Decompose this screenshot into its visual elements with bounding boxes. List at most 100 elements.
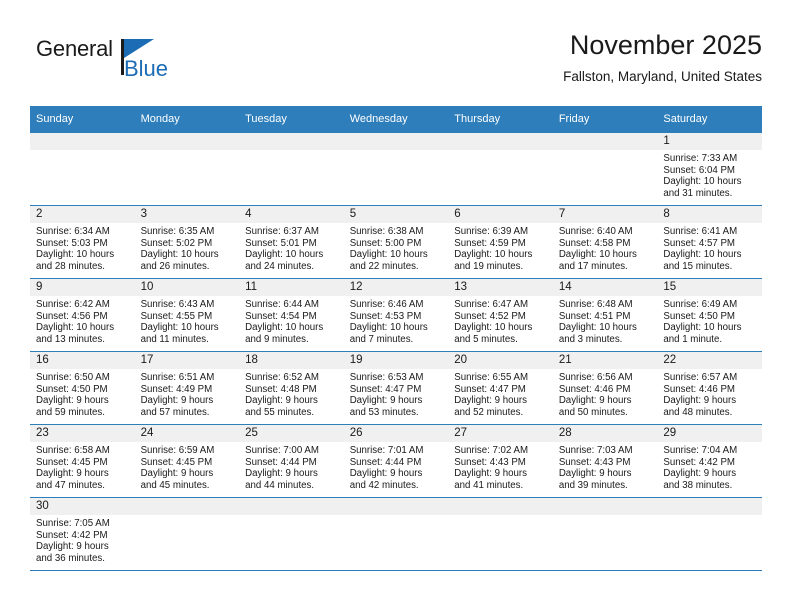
- calendar-day-cell[interactable]: 27 Sunrise: 7:02 AM Sunset: 4:43 PM Dayligh…: [448, 424, 553, 498]
- sunset-time: Sunset: 4:47 PM: [454, 383, 526, 395]
- sunrise-time: Sunrise: 6:50 AM: [36, 372, 110, 383]
- day-number: 28: [552, 425, 658, 442]
- calendar-empty-cell: [343, 497, 449, 571]
- sunset-time: Sunset: 4:45 PM: [36, 456, 108, 468]
- day-number: [448, 133, 553, 150]
- calendar-day-cell[interactable]: 19 Sunrise: 6:53 AM Sunset: 4:47 PM Dayligh…: [343, 351, 449, 425]
- sunset-time: Sunset: 4:56 PM: [36, 310, 108, 322]
- daylight-duration-line1: Daylight: 9 hours: [36, 541, 109, 553]
- weekday-header-saturday: Saturday: [657, 106, 762, 133]
- day-cell-inner: [30, 133, 135, 205]
- daylight-duration-line1: Daylight: 9 hours: [558, 468, 632, 480]
- calendar-day-cell[interactable]: 22 Sunrise: 6:57 AM Sunset: 4:46 PM Dayligh…: [657, 351, 762, 425]
- calendar-day-cell[interactable]: 24 Sunrise: 6:59 AM Sunset: 4:45 PM Dayligh…: [134, 424, 240, 498]
- day-details: Sunrise: 6:46 AM Sunset: 4:53 PM Daylight:…: [344, 296, 449, 345]
- daylight-duration-line1: Daylight: 10 hours: [663, 322, 742, 334]
- daylight-duration-line1: Daylight: 9 hours: [140, 395, 214, 407]
- sunrise-time: Sunrise: 6:39 AM: [454, 226, 529, 237]
- calendar-day-cell[interactable]: 8 Sunrise: 6:41 AM Sunset: 4:57 PM Daylight…: [657, 205, 762, 279]
- day-cell-inner: 4 Sunrise: 6:37 AM Sunset: 5:01 PM Daylight…: [239, 206, 344, 278]
- calendar-day-cell[interactable]: 15 Sunrise: 6:49 AM Sunset: 4:50 PM Dayligh…: [657, 278, 762, 352]
- day-details: Sunrise: 6:47 AM Sunset: 4:52 PM Daylight:…: [448, 296, 553, 345]
- day-number: 17: [134, 352, 240, 369]
- daylight-duration-line2: and 36 minutes.: [36, 552, 105, 564]
- calendar-day-cell[interactable]: 12 Sunrise: 6:46 AM Sunset: 4:53 PM Dayligh…: [343, 278, 449, 352]
- day-cell-inner: 11 Sunrise: 6:44 AM Sunset: 4:54 PM Dayligh…: [239, 279, 344, 351]
- day-cell-inner: [343, 498, 449, 570]
- day-cell-inner: [448, 133, 553, 205]
- calendar-day-cell[interactable]: 18 Sunrise: 6:52 AM Sunset: 4:48 PM Dayligh…: [239, 351, 344, 425]
- calendar-day-cell[interactable]: 23 Sunrise: 6:58 AM Sunset: 4:45 PM Dayligh…: [30, 424, 135, 498]
- day-cell-inner: 21 Sunrise: 6:56 AM Sunset: 4:46 PM Dayligh…: [552, 352, 658, 424]
- page-header: General Blue November 2025 Fallston, Mar…: [30, 28, 762, 100]
- sunrise-time: Sunrise: 6:48 AM: [558, 299, 633, 310]
- day-number: [448, 498, 553, 515]
- calendar-empty-cell: [552, 133, 658, 206]
- calendar-day-cell[interactable]: 28 Sunrise: 7:03 AM Sunset: 4:43 PM Dayligh…: [552, 424, 658, 498]
- calendar-day-cell[interactable]: 30 Sunrise: 7:05 AM Sunset: 4:42 PM Dayligh…: [30, 497, 135, 571]
- calendar-day-cell[interactable]: 29 Sunrise: 7:04 AM Sunset: 4:42 PM Dayligh…: [657, 424, 762, 498]
- calendar-day-cell[interactable]: 13 Sunrise: 6:47 AM Sunset: 4:52 PM Dayligh…: [448, 278, 553, 352]
- calendar-day-cell[interactable]: 9 Sunrise: 6:42 AM Sunset: 4:56 PM Daylight…: [30, 278, 135, 352]
- calendar-day-cell[interactable]: 3 Sunrise: 6:35 AM Sunset: 5:02 PM Daylight…: [134, 205, 240, 279]
- day-details: Sunrise: 6:57 AM Sunset: 4:46 PM Daylight:…: [657, 369, 762, 418]
- calendar-day-cell[interactable]: 7 Sunrise: 6:40 AM Sunset: 4:58 PM Daylight…: [552, 205, 658, 279]
- daylight-duration-line2: and 48 minutes.: [663, 406, 733, 418]
- title-block: November 2025 Fallston, Maryland, United…: [563, 28, 762, 88]
- day-number: [239, 133, 344, 150]
- calendar-day-cell[interactable]: 2 Sunrise: 6:34 AM Sunset: 5:03 PM Daylight…: [30, 205, 135, 279]
- day-details: Sunrise: 6:42 AM Sunset: 4:56 PM Daylight:…: [30, 296, 135, 345]
- calendar-day-cell[interactable]: 6 Sunrise: 6:39 AM Sunset: 4:59 PM Daylight…: [448, 205, 553, 279]
- day-number: 10: [134, 279, 240, 296]
- day-number: 20: [448, 352, 553, 369]
- sunrise-sunset-calendar: Sunday Monday Tuesday Wednesday Thursday Frid…: [30, 106, 762, 571]
- calendar-day-cell[interactable]: 20 Sunrise: 6:55 AM Sunset: 4:47 PM Dayligh…: [448, 351, 553, 425]
- calendar-week-row: 1 Sunrise: 7:33 AM Sunset: 6:04 PM Daylight…: [30, 133, 762, 206]
- general-blue-logo[interactable]: General Blue: [36, 36, 186, 90]
- calendar-day-cell[interactable]: 11 Sunrise: 6:44 AM Sunset: 4:54 PM Dayligh…: [239, 278, 344, 352]
- calendar-empty-cell: [239, 133, 344, 206]
- calendar-day-cell[interactable]: 14 Sunrise: 6:48 AM Sunset: 4:51 PM Dayligh…: [552, 278, 658, 352]
- calendar-day-cell[interactable]: 5 Sunrise: 6:38 AM Sunset: 5:00 PM Daylight…: [343, 205, 449, 279]
- day-number: 5: [343, 206, 449, 223]
- calendar-body: 1 Sunrise: 7:33 AM Sunset: 6:04 PM Daylight…: [30, 133, 762, 571]
- sunset-time: Sunset: 4:58 PM: [558, 237, 631, 249]
- calendar-day-cell[interactable]: 1 Sunrise: 7:33 AM Sunset: 6:04 PM Daylight…: [657, 133, 762, 206]
- calendar-header-row: Sunday Monday Tuesday Wednesday Thursday Frid…: [30, 106, 762, 133]
- calendar-day-cell[interactable]: 10 Sunrise: 6:43 AM Sunset: 4:55 PM Dayligh…: [134, 278, 240, 352]
- day-details: Sunrise: 7:02 AM Sunset: 4:43 PM Daylight:…: [448, 442, 553, 491]
- calendar-empty-cell: [134, 497, 240, 571]
- day-details: Sunrise: 6:35 AM Sunset: 5:02 PM Daylight:…: [135, 223, 240, 272]
- day-number: 18: [239, 352, 344, 369]
- day-cell-inner: [134, 133, 240, 205]
- day-cell-inner: [239, 498, 344, 570]
- sunset-time: Sunset: 4:57 PM: [663, 237, 735, 249]
- day-details: Sunrise: 6:53 AM Sunset: 4:47 PM Daylight:…: [344, 369, 449, 418]
- sunset-time: Sunset: 5:01 PM: [245, 237, 317, 249]
- day-cell-inner: 3 Sunrise: 6:35 AM Sunset: 5:02 PM Daylight…: [134, 206, 240, 278]
- weekday-header-friday: Friday: [552, 106, 658, 133]
- calendar-day-cell[interactable]: 16 Sunrise: 6:50 AM Sunset: 4:50 PM Dayligh…: [30, 351, 135, 425]
- calendar-day-cell[interactable]: 25 Sunrise: 7:00 AM Sunset: 4:44 PM Dayligh…: [239, 424, 344, 498]
- calendar-day-cell[interactable]: 17 Sunrise: 6:51 AM Sunset: 4:49 PM Dayligh…: [134, 351, 240, 425]
- day-number: [343, 133, 449, 150]
- day-cell-inner: 17 Sunrise: 6:51 AM Sunset: 4:49 PM Dayligh…: [134, 352, 240, 424]
- day-cell-inner: 16 Sunrise: 6:50 AM Sunset: 4:50 PM Dayligh…: [30, 352, 135, 424]
- day-cell-inner: 14 Sunrise: 6:48 AM Sunset: 4:51 PM Dayligh…: [552, 279, 658, 351]
- day-number: 19: [343, 352, 449, 369]
- day-cell-inner: 9 Sunrise: 6:42 AM Sunset: 4:56 PM Daylight…: [30, 279, 135, 351]
- calendar-day-cell[interactable]: 26 Sunrise: 7:01 AM Sunset: 4:44 PM Dayligh…: [343, 424, 449, 498]
- day-number: 7: [552, 206, 658, 223]
- daylight-duration-line2: and 31 minutes.: [663, 187, 733, 199]
- day-cell-inner: [552, 133, 658, 205]
- day-number: [552, 498, 658, 515]
- calendar-day-cell[interactable]: 4 Sunrise: 6:37 AM Sunset: 5:01 PM Daylight…: [239, 205, 344, 279]
- sunset-time: Sunset: 4:48 PM: [245, 383, 317, 395]
- sunrise-time: Sunrise: 6:44 AM: [245, 299, 319, 310]
- daylight-duration-line2: and 11 minutes.: [140, 333, 209, 345]
- calendar-week-row: 23 Sunrise: 6:58 AM Sunset: 4:45 PM Dayligh…: [30, 424, 762, 498]
- day-number: 1: [657, 133, 762, 150]
- calendar-day-cell[interactable]: 21 Sunrise: 6:56 AM Sunset: 4:46 PM Dayligh…: [552, 351, 658, 425]
- day-number: 3: [134, 206, 240, 223]
- calendar-week-row: 2 Sunrise: 6:34 AM Sunset: 5:03 PM Daylight…: [30, 205, 762, 279]
